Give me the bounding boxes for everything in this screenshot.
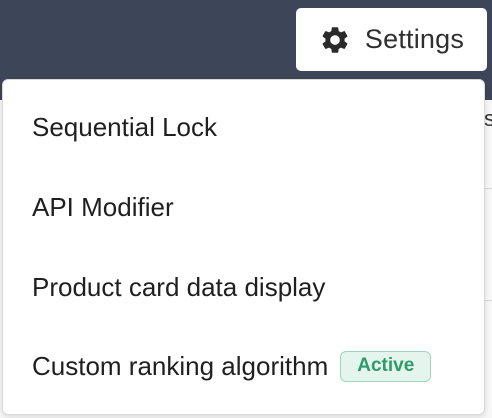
settings-button[interactable]: Settings <box>296 8 487 71</box>
menu-item-label: Custom ranking algorithm <box>32 350 329 381</box>
menu-item-label: Sequential Lock <box>32 111 218 142</box>
menu-item-label: API Modifier <box>32 191 174 222</box>
menu-item-custom-ranking-algorithm[interactable]: Custom ranking algorithm Active <box>32 346 432 386</box>
gear-icon <box>319 24 351 56</box>
menu-item-api-modifier[interactable]: API Modifier <box>32 187 174 227</box>
settings-button-label: Settings <box>364 24 465 54</box>
settings-dropdown-menu: Sequential Lock API Modifier Product car… <box>2 79 485 415</box>
menu-item-product-card-data-display[interactable]: Product card data display <box>32 267 325 307</box>
background-text-fragment: s <box>484 106 492 131</box>
menu-item-label: Product card data display <box>32 271 326 302</box>
status-badge: Active <box>340 350 432 382</box>
menu-item-sequential-lock[interactable]: Sequential Lock <box>32 107 217 147</box>
